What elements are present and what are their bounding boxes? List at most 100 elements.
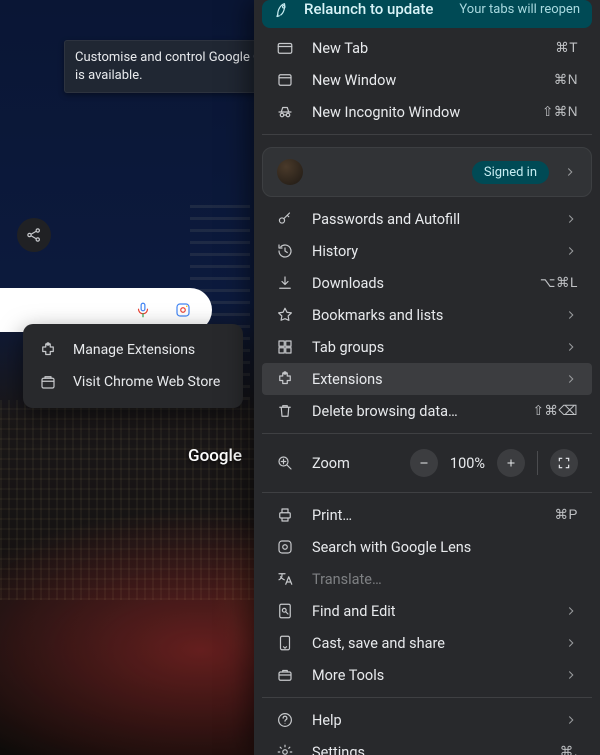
- cast-label: Cast, save and share: [312, 635, 445, 652]
- chevron-right-icon: [564, 340, 578, 354]
- incognito-shortcut: ⇧⌘N: [542, 104, 578, 120]
- zoom-out-button[interactable]: [410, 449, 438, 477]
- translate-icon: [276, 570, 294, 588]
- avatar: [277, 159, 303, 185]
- chevron-right-icon: [564, 244, 578, 258]
- trash-icon: [276, 402, 294, 420]
- delete-data-item[interactable]: Delete browsing data… ⇧⌘⌫: [262, 395, 592, 427]
- divider: [262, 492, 592, 493]
- lens-label: Search with Google Lens: [312, 539, 471, 556]
- divider: [262, 134, 592, 135]
- background-city: [0, 400, 260, 600]
- manage-extensions-item[interactable]: Manage Extensions: [23, 334, 243, 366]
- chrome-webstore-item[interactable]: Visit Chrome Web Store: [23, 366, 243, 398]
- extensions-submenu: Manage Extensions Visit Chrome Web Store: [23, 324, 243, 408]
- history-label: History: [312, 243, 358, 260]
- share-icon: [25, 226, 43, 244]
- share-button[interactable]: [17, 218, 51, 252]
- new-window-label: New Window: [312, 72, 396, 89]
- find-icon: [276, 602, 294, 620]
- delete-data-label: Delete browsing data…: [312, 403, 458, 420]
- bookmarks-label: Bookmarks and lists: [312, 307, 443, 324]
- tab-groups-label: Tab groups: [312, 339, 384, 356]
- rocket-icon: [274, 0, 292, 18]
- translate-item: Translate…: [262, 563, 592, 595]
- cast-item[interactable]: Cast, save and share: [262, 627, 592, 659]
- mic-icon[interactable]: [134, 301, 152, 319]
- settings-label: Settings: [312, 744, 365, 755]
- chevron-right-icon: [563, 165, 577, 179]
- zoom-in-button[interactable]: [497, 449, 525, 477]
- window-icon: [276, 71, 294, 89]
- fullscreen-button[interactable]: [550, 449, 578, 477]
- delete-data-shortcut: ⇧⌘⌫: [533, 403, 578, 419]
- history-icon: [276, 242, 294, 260]
- new-tab-shortcut: ⌘T: [555, 40, 578, 56]
- puzzle-icon: [276, 370, 294, 388]
- help-label: Help: [312, 712, 342, 729]
- new-window-item[interactable]: New Window ⌘N: [262, 64, 592, 96]
- new-window-shortcut: ⌘N: [554, 72, 578, 88]
- chevron-right-icon: [564, 212, 578, 226]
- divider: [537, 451, 538, 475]
- signed-in-pill: Signed in: [472, 161, 549, 184]
- lens-item[interactable]: Search with Google Lens: [262, 531, 592, 563]
- relaunch-label: Relaunch to update: [304, 0, 433, 18]
- print-label: Print…: [312, 507, 352, 524]
- chevron-right-icon: [564, 372, 578, 386]
- grid-icon: [276, 338, 294, 356]
- tab-groups-item[interactable]: Tab groups: [262, 331, 592, 363]
- help-item[interactable]: Help: [262, 704, 592, 736]
- download-icon: [276, 274, 294, 292]
- toolbox-icon: [276, 666, 294, 684]
- passwords-label: Passwords and Autofill: [312, 211, 460, 228]
- new-tab-label: New Tab: [312, 40, 368, 57]
- new-tab-item[interactable]: New Tab ⌘T: [262, 32, 592, 64]
- cast-icon: [276, 634, 294, 652]
- incognito-icon: [276, 103, 294, 121]
- settings-item[interactable]: Settings ⌘,: [262, 736, 592, 755]
- print-item[interactable]: Print… ⌘P: [262, 499, 592, 531]
- zoom-icon: [276, 454, 294, 472]
- chrome-webstore-label: Visit Chrome Web Store: [73, 374, 220, 390]
- print-shortcut: ⌘P: [554, 507, 578, 523]
- lens-icon[interactable]: [174, 301, 192, 319]
- manage-extensions-label: Manage Extensions: [73, 342, 195, 358]
- more-tools-label: More Tools: [312, 667, 384, 684]
- extensions-item[interactable]: Extensions: [262, 363, 592, 395]
- print-icon: [276, 506, 294, 524]
- more-tools-item[interactable]: More Tools: [262, 659, 592, 691]
- tab-icon: [276, 39, 294, 57]
- downloads-item[interactable]: Downloads ⌥⌘L: [262, 267, 592, 299]
- chevron-right-icon: [564, 308, 578, 322]
- lens-icon: [276, 538, 294, 556]
- divider: [262, 433, 592, 434]
- incognito-item[interactable]: New Incognito Window ⇧⌘N: [262, 96, 592, 128]
- find-item[interactable]: Find and Edit: [262, 595, 592, 627]
- history-item[interactable]: History: [262, 235, 592, 267]
- extensions-label: Extensions: [312, 371, 383, 388]
- chevron-right-icon: [564, 604, 578, 618]
- puzzle-icon: [39, 341, 57, 359]
- key-icon: [276, 210, 294, 228]
- chrome-menu: Relaunch to update Your tabs will reopen…: [254, 0, 600, 755]
- passwords-item[interactable]: Passwords and Autofill: [262, 203, 592, 235]
- google-wordmark: Google: [188, 446, 242, 466]
- relaunch-sub: Your tabs will reopen: [459, 2, 580, 17]
- relaunch-banner[interactable]: Relaunch to update Your tabs will reopen: [262, 0, 592, 28]
- webstore-icon: [39, 373, 57, 391]
- gear-icon: [276, 743, 294, 755]
- zoom-value: 100%: [450, 455, 485, 472]
- zoom-label: Zoom: [312, 455, 350, 472]
- star-icon: [276, 306, 294, 324]
- chevron-right-icon: [564, 668, 578, 682]
- downloads-shortcut: ⌥⌘L: [540, 275, 578, 291]
- chevron-right-icon: [564, 713, 578, 727]
- divider: [262, 697, 592, 698]
- profile-row[interactable]: Signed in: [262, 147, 592, 197]
- translate-label: Translate…: [312, 571, 382, 588]
- downloads-label: Downloads: [312, 275, 384, 292]
- chevron-right-icon: [564, 636, 578, 650]
- bookmarks-item[interactable]: Bookmarks and lists: [262, 299, 592, 331]
- zoom-row: Zoom 100%: [262, 440, 592, 486]
